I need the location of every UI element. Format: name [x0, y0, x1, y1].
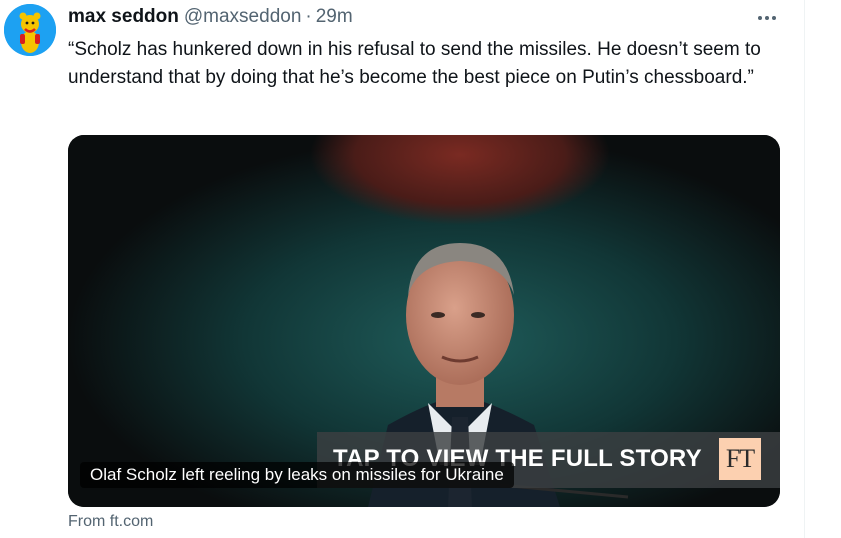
timestamp[interactable]: 29m	[316, 6, 353, 28]
more-horizontal-icon	[758, 16, 776, 20]
link-card[interactable]: TAP TO VIEW THE FULL STORY FT Olaf Schol…	[68, 135, 780, 507]
timeline-divider	[804, 0, 805, 538]
tweet-header: max seddon @maxseddon · 29m	[68, 6, 353, 30]
more-options-button[interactable]	[752, 4, 782, 32]
avatar[interactable]	[4, 4, 56, 56]
author-name[interactable]: max seddon	[68, 6, 179, 28]
author-handle[interactable]: @maxseddon	[184, 6, 302, 28]
separator: ·	[305, 6, 312, 27]
bear-avatar-icon	[4, 4, 56, 56]
card-source-link[interactable]: From ft.com	[68, 513, 153, 531]
tweet-text: “Scholz has hunkered down in his refusal…	[68, 39, 761, 88]
ft-logo: FT	[719, 438, 761, 480]
card-title: Olaf Scholz left reeling by leaks on mis…	[80, 462, 514, 488]
